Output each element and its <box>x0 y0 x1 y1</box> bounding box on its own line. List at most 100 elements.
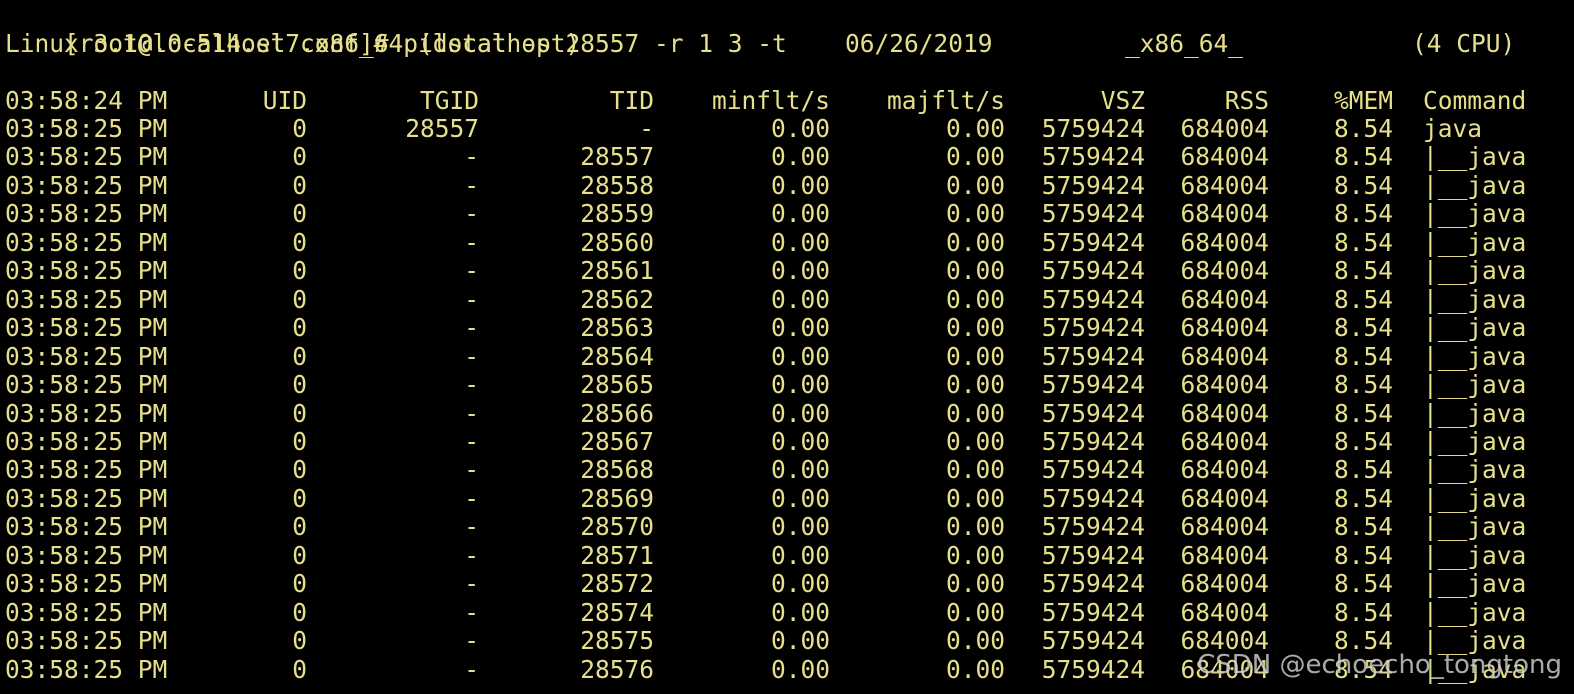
cell-tid: 28561 <box>580 256 654 286</box>
cell-tid: - <box>639 114 654 143</box>
cell-command: |__java <box>1423 170 1527 200</box>
cell-time: 03:58:25 PM <box>5 426 168 456</box>
cell-uid: 0 <box>292 426 307 456</box>
cell-minflt: 0.00 <box>770 540 830 570</box>
cell-majflt: 0.00 <box>945 313 1005 343</box>
cell-vsz: 5759424 <box>1041 626 1145 656</box>
cell-tid: 28563 <box>580 313 654 343</box>
cell-rss: 684004 <box>1180 256 1269 286</box>
header-vsz: VSZ <box>1100 86 1145 115</box>
cell-minflt: 0.00 <box>770 170 830 200</box>
cell-time: 03:58:25 PM <box>5 512 168 542</box>
cell-uid: 0 <box>292 256 307 286</box>
cell-uid: 0 <box>292 398 307 428</box>
cell-command: |__java <box>1423 398 1527 428</box>
cell-tid: 28559 <box>580 199 654 229</box>
cell-majflt: 0.00 <box>945 142 1005 172</box>
cell-uid: 0 <box>292 654 307 684</box>
cell-uid: 0 <box>292 569 307 599</box>
cell-majflt: 0.00 <box>945 370 1005 400</box>
cell-command: |__java <box>1423 256 1527 286</box>
cell-tid: 28564 <box>580 341 654 371</box>
watermark-text: CSDN @echoecho_tongtong <box>1197 650 1562 680</box>
cell-tid: 28557 <box>580 142 654 172</box>
header-tid: TID <box>609 86 654 115</box>
cell-time: 03:58:25 PM <box>5 313 168 343</box>
cell-uid: 0 <box>292 455 307 485</box>
cell-time: 03:58:25 PM <box>5 597 168 627</box>
cell-command: |__java <box>1423 569 1527 599</box>
cell-uid: 0 <box>292 142 307 172</box>
cell-command: |__java <box>1423 142 1527 172</box>
cell-time: 03:58:25 PM <box>5 256 168 286</box>
cell-uid: 0 <box>292 626 307 656</box>
cell-vsz: 5759424 <box>1041 483 1145 513</box>
cell-time: 03:58:25 PM <box>5 654 168 684</box>
cell-rss: 684004 <box>1180 455 1269 485</box>
cell-minflt: 0.00 <box>770 455 830 485</box>
cell-vsz: 5759424 <box>1041 227 1145 257</box>
cell-mem: 8.54 <box>1333 142 1393 172</box>
cell-minflt: 0.00 <box>770 313 830 343</box>
cell-minflt: 0.00 <box>770 370 830 400</box>
cell-command: |__java <box>1423 199 1527 229</box>
cell-command: |__java <box>1423 227 1527 257</box>
cell-time: 03:58:25 PM <box>5 227 168 257</box>
cell-time: 03:58:25 PM <box>5 199 168 229</box>
table-row: 03:58:25 PM 0 - 28561 0.00 0.00 5759424 684004 8… <box>5 257 1565 285</box>
cell-tgid: - <box>464 199 479 229</box>
table-row: 03:58:25 PM 0 - 28567 0.00 0.00 5759424 684004 8… <box>5 426 1565 456</box>
cell-vsz: 5759424 <box>1041 597 1145 627</box>
cell-majflt: 0.00 <box>945 398 1005 428</box>
cell-mem: 8.54 <box>1333 540 1393 570</box>
table-row: 03:58:25 PM 0 - 28565 0.00 0.00 5759424 684004 8… <box>5 371 1565 399</box>
cell-tid: 28576 <box>580 654 654 684</box>
cell-tid: 28571 <box>580 540 654 570</box>
cell-tgid: - <box>464 626 479 656</box>
cell-time: 03:58:25 PM <box>5 455 168 485</box>
cell-rss: 684004 <box>1180 227 1269 257</box>
column-header-row: 03:58:24 PM UID TGID TID minflt/s majflt… <box>5 87 1565 115</box>
cell-majflt: 0.00 <box>945 170 1005 200</box>
header-rss: RSS <box>1224 86 1269 115</box>
header-tgid: TGID <box>419 86 479 115</box>
cell-minflt: 0.00 <box>770 199 830 229</box>
cell-tgid: - <box>464 284 479 314</box>
table-row: 03:58:25 PM 0 - 28571 0.00 0.00 5759424 684004 8… <box>5 540 1565 570</box>
cell-time: 03:58:25 PM <box>5 170 168 200</box>
cell-uid: 0 <box>292 227 307 257</box>
cell-vsz: 5759424 <box>1041 398 1145 428</box>
cell-mem: 8.54 <box>1333 426 1393 456</box>
cell-tgid: - <box>464 142 479 172</box>
cell-majflt: 0.00 <box>945 626 1005 656</box>
cell-uid: 0 <box>292 284 307 314</box>
cell-majflt: 0.00 <box>945 569 1005 599</box>
cell-mem: 8.54 <box>1333 284 1393 314</box>
terminal-window[interactable]: [root@localhost conf]# pidstat -p 28557 … <box>0 0 1574 694</box>
cell-command: |__java <box>1423 341 1527 371</box>
architecture: _x86_64_ <box>1125 29 1244 58</box>
cell-command: |__java <box>1423 426 1527 456</box>
cell-majflt: 0.00 <box>945 654 1005 684</box>
cell-vsz: 5759424 <box>1041 341 1145 371</box>
cell-tid: 28568 <box>580 455 654 485</box>
cell-time: 03:58:25 PM <box>5 284 168 314</box>
table-row: 03:58:25 PM 0 - 28570 0.00 0.00 5759424 684004 8… <box>5 513 1565 541</box>
cell-tid: 28565 <box>580 370 654 400</box>
cell-uid: 0 <box>292 313 307 343</box>
cell-vsz: 5759424 <box>1041 654 1145 684</box>
cell-tid: 28575 <box>580 626 654 656</box>
cell-mem: 8.54 <box>1333 370 1393 400</box>
cell-mem: 8.54 <box>1333 569 1393 599</box>
cell-mem: 8.54 <box>1333 597 1393 627</box>
cell-tgid: - <box>464 540 479 570</box>
cell-command: |__java <box>1423 370 1527 400</box>
cell-command: |__java <box>1423 483 1527 513</box>
header-mem: %MEM <box>1333 86 1393 115</box>
cell-mem: 8.54 <box>1333 170 1393 200</box>
cell-time: 03:58:25 PM <box>5 398 168 428</box>
cell-command: |__java <box>1423 597 1527 627</box>
cell-majflt: 0.00 <box>945 512 1005 542</box>
cell-minflt: 0.00 <box>770 227 830 257</box>
cell-minflt: 0.00 <box>770 483 830 513</box>
